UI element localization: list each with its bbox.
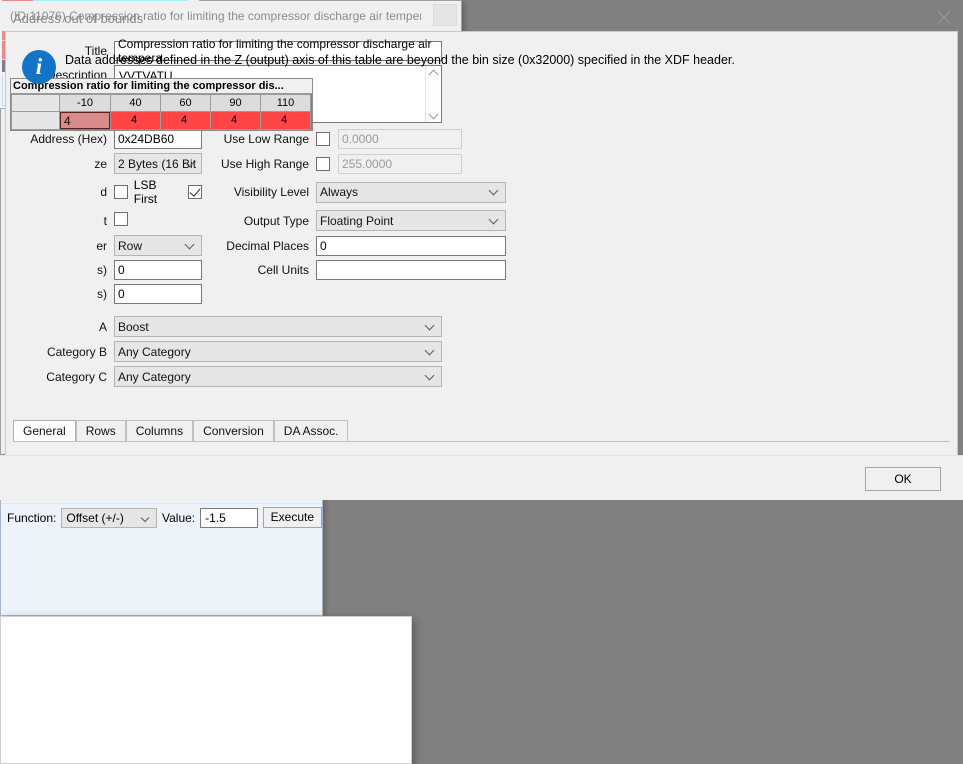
dialog-tabs[interactable]: General Rows Columns Conversion DA Assoc… <box>13 420 950 442</box>
category-c-label: Category C <box>6 370 114 384</box>
decimal-places-label: Decimal Places <box>202 239 316 253</box>
category-a-select[interactable]: Boost <box>114 316 442 337</box>
signed-checkbox[interactable] <box>114 185 128 199</box>
modal-title: Address out of bounds <box>13 11 143 26</box>
editor-value-table: -10 40 60 90 110 4 4 4 4 4 <box>11 94 311 130</box>
function-select-value: Offset (+/-) <box>66 511 123 525</box>
table-row: 4 4 4 4 4 <box>12 112 311 130</box>
use-low-range-checkbox[interactable] <box>316 132 330 146</box>
modal-message: Data addresses defined in the Z (output)… <box>65 52 945 69</box>
value-field[interactable]: -1.5 <box>200 508 258 528</box>
output-type-select[interactable]: Floating Point <box>316 210 506 231</box>
order-label: er <box>6 239 114 253</box>
chevron-down-icon <box>186 159 194 167</box>
category-b-label: Category B <box>6 345 114 359</box>
info-icon: i <box>22 50 56 84</box>
category-b-value: Any Category <box>118 345 191 359</box>
chevron-down-icon <box>426 347 434 355</box>
close-icon[interactable] <box>433 4 457 26</box>
output-type-select-value: Floating Point <box>320 214 393 228</box>
axis-header-cell[interactable]: 90 <box>211 95 261 112</box>
columns-field[interactable]: 0 <box>114 284 202 304</box>
editor-table-grid[interactable]: Compression ratio for limiting the compr… <box>10 78 313 131</box>
category-c-value: Any Category <box>118 370 191 384</box>
value-cell[interactable]: 4 <box>261 112 311 130</box>
rows-label: s) <box>6 263 114 277</box>
chevron-down-icon[interactable] <box>430 109 438 117</box>
chevron-down-icon <box>426 322 434 330</box>
editor-table-title: Compression ratio for limiting the compr… <box>11 79 312 94</box>
chevron-down-icon <box>142 515 150 523</box>
low-range-field[interactable]: 0.0000 <box>338 129 462 149</box>
chevron-up-icon[interactable] <box>430 71 438 79</box>
close-icon[interactable] <box>935 9 953 27</box>
size-select[interactable]: 2 Bytes (16 Bit <box>114 153 202 174</box>
size-select-value: 2 Bytes (16 Bit <box>118 157 196 171</box>
category-c-select[interactable]: Any Category <box>114 366 442 387</box>
use-high-range-checkbox[interactable] <box>316 157 330 171</box>
address-label: Address (Hex) <box>6 132 114 146</box>
function-label: Function: <box>7 511 56 525</box>
use-low-range-label: Use Low Range <box>202 132 316 146</box>
value-cell[interactable]: 4 <box>211 112 261 130</box>
output-type-label: Output Type <box>202 214 316 228</box>
tab-general[interactable]: General <box>13 420 76 441</box>
address-field[interactable]: 0x24DB60 <box>114 129 202 149</box>
description-scrollbar[interactable] <box>425 66 441 122</box>
float-checkbox[interactable] <box>114 212 128 226</box>
value-cell[interactable]: 4 <box>60 112 110 129</box>
row-header-cell <box>12 112 60 130</box>
value-label: Value: <box>162 511 195 525</box>
axis-header-cell[interactable]: -10 <box>60 95 111 112</box>
axis-header-cell[interactable]: 110 <box>261 95 311 112</box>
tab-columns[interactable]: Columns <box>126 420 193 441</box>
size-label: ze <box>6 157 114 171</box>
modal-footer: OK <box>0 455 963 500</box>
chevron-down-icon <box>490 216 498 224</box>
category-a-value: Boost <box>118 320 149 334</box>
cell-units-label: Cell Units <box>202 263 316 277</box>
lsb-first-label: LSB First <box>134 178 182 206</box>
tab-conversion[interactable]: Conversion <box>193 420 274 441</box>
editor-function-bar[interactable]: Function: Offset (+/-) Value: -1.5 Execu… <box>1 504 322 531</box>
modal-ok-button[interactable]: OK <box>865 467 941 491</box>
decimal-places-field[interactable]: 0 <box>316 236 506 256</box>
tab-rows[interactable]: Rows <box>76 420 126 441</box>
rows-field[interactable]: 0 <box>114 260 202 280</box>
columns-label: s) <box>6 287 114 301</box>
float-label: t <box>6 214 114 228</box>
info-icon-glyph: i <box>22 50 56 84</box>
address-out-of-bounds-modal[interactable]: Address out of bounds i Data addresses d… <box>0 616 412 764</box>
axis-header-cell[interactable]: 40 <box>111 95 161 112</box>
axis-header-cell[interactable]: 60 <box>161 95 211 112</box>
category-b-select[interactable]: Any Category <box>114 341 442 362</box>
order-select[interactable]: Row <box>114 235 202 256</box>
lsb-first-checkbox[interactable] <box>188 185 202 199</box>
chevron-down-icon <box>186 241 194 249</box>
tab-da-assoc[interactable]: DA Assoc. <box>274 420 349 441</box>
execute-button[interactable]: Execute <box>263 507 322 528</box>
high-range-field[interactable]: 255.0000 <box>338 154 462 174</box>
visibility-select-value: Always <box>320 185 358 199</box>
value-cell[interactable]: 4 <box>161 112 211 130</box>
category-a-label: A <box>6 320 114 334</box>
chevron-down-icon <box>490 187 498 195</box>
function-select[interactable]: Offset (+/-) <box>61 508 157 528</box>
table-row: -10 40 60 90 110 <box>12 95 311 112</box>
value-cell[interactable]: 4 <box>111 112 161 130</box>
order-select-value: Row <box>118 239 142 253</box>
visibility-label: Visibility Level <box>202 185 316 199</box>
use-high-range-label: Use High Range <box>202 157 316 171</box>
chevron-down-icon <box>426 372 434 380</box>
cell-units-field[interactable] <box>316 260 506 280</box>
signed-label: d <box>6 185 114 199</box>
corner-cell <box>12 95 60 112</box>
visibility-select[interactable]: Always <box>316 182 506 203</box>
